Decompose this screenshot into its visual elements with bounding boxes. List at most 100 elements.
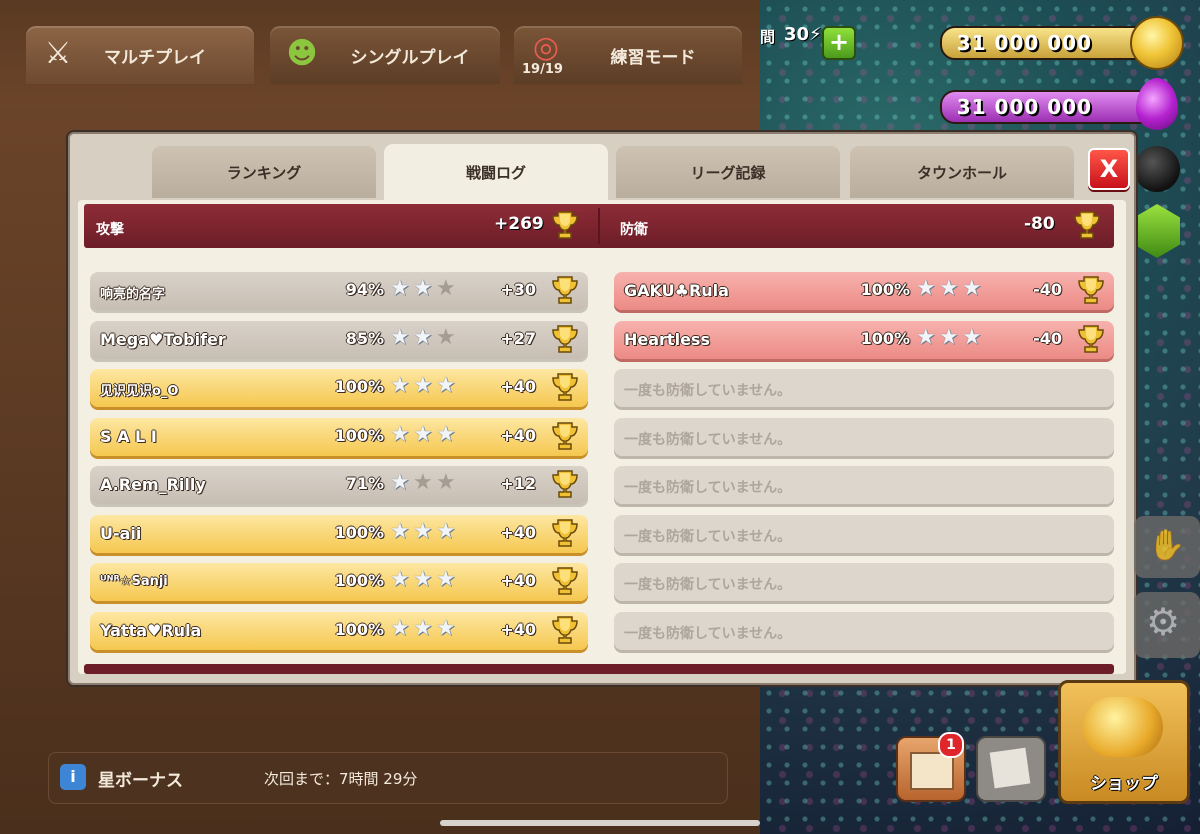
star-bonus-label: 星ボーナス bbox=[98, 771, 183, 791]
empty-defense-row[interactable]: 一度も防衛していません。 bbox=[614, 611, 1114, 650]
tab-league-record[interactable]: リーグ記録 bbox=[616, 146, 840, 198]
notes-button[interactable] bbox=[976, 736, 1046, 802]
star-icon: ★ bbox=[390, 615, 410, 641]
close-button[interactable]: X bbox=[1088, 148, 1130, 190]
attack-log-row[interactable]: Mega♥Tobifer 85% ★ ★ ★ +27 bbox=[90, 320, 588, 359]
trophy-change: +27 bbox=[500, 328, 536, 348]
notes-icon bbox=[989, 747, 1031, 789]
star-icon: ★ bbox=[413, 276, 433, 301]
trophy-change: +12 bbox=[500, 474, 536, 493]
shop-button[interactable]: ショップ bbox=[1058, 680, 1190, 804]
tab-league-record-label: リーグ記録 bbox=[690, 163, 766, 182]
empty-defense-row[interactable]: 一度も防衛していません。 bbox=[614, 369, 1114, 407]
star-icon: ★ bbox=[413, 324, 433, 350]
star-bonus-timer: 次回まで：7時間 29分 bbox=[264, 770, 418, 788]
star-icon: ★ bbox=[390, 567, 410, 592]
destruction-percent: 100% bbox=[334, 425, 384, 445]
defense-summary-label: 防衛 bbox=[620, 222, 648, 238]
tab-ranking[interactable]: ランキング bbox=[152, 146, 376, 198]
stars-earned: ★ ★ ★ bbox=[916, 278, 988, 304]
attack-log-row[interactable]: 见识见识o_O 100% ★ ★ ★ +40 bbox=[90, 369, 588, 407]
star-icon: ★ bbox=[413, 615, 433, 641]
star-icon: ★ bbox=[390, 324, 410, 350]
stars-earned: ★ ★ ★ bbox=[390, 518, 462, 547]
shield-timer-label: 間 bbox=[760, 28, 776, 46]
opponent-name: Mega♥Tobifer bbox=[100, 329, 226, 349]
opponent-name: U-aii bbox=[100, 523, 142, 543]
star-icon: ★ bbox=[436, 567, 456, 592]
info-icon[interactable]: i bbox=[60, 764, 86, 790]
destruction-percent: 100% bbox=[334, 522, 384, 542]
battle-log-content: 攻撃 +269 防衛 -80 响亮的名字 94% ★ ★ ★ +30 Mega♥Tobife… bbox=[78, 200, 1126, 674]
coins-hammer-icon bbox=[1083, 697, 1163, 757]
tab-multiplayer-label: マルチプレイ bbox=[104, 47, 206, 68]
star-icon: ★ bbox=[413, 373, 433, 398]
trophy-change: +30 bbox=[500, 280, 536, 299]
add-shield-button[interactable]: + bbox=[822, 26, 856, 60]
opponent-name: 见识见识o_O bbox=[100, 384, 179, 399]
trophy-icon bbox=[552, 566, 578, 596]
inbox-button[interactable]: 1 bbox=[896, 732, 966, 802]
tab-singleplayer[interactable]: ☻ シングルプレイ bbox=[270, 26, 500, 84]
destruction-percent: 94% bbox=[345, 280, 384, 299]
attack-log-row[interactable]: 响亮的名字 94% ★ ★ ★ +30 bbox=[90, 272, 588, 310]
empty-defense-text: 一度も防衛していません。 bbox=[624, 528, 792, 545]
gold-coin-icon bbox=[1130, 16, 1184, 70]
star-icon: ★ bbox=[413, 470, 433, 495]
trophy-icon bbox=[552, 210, 578, 240]
attack-log-row[interactable]: Yatta♥Rula 100% ★ ★ ★ +40 bbox=[90, 611, 588, 650]
attack-log-row[interactable]: U-aii 100% ★ ★ ★ +40 bbox=[90, 514, 588, 553]
layout-edit-button[interactable]: ✋ bbox=[1134, 516, 1200, 578]
hand-icon: ✋ bbox=[1148, 528, 1186, 563]
goblin-icon: ☻ bbox=[286, 36, 318, 71]
destruction-percent: 71% bbox=[345, 474, 384, 493]
summary-bar: 攻撃 +269 防衛 -80 bbox=[84, 204, 1114, 248]
shield-timer-value: 30⚡ bbox=[784, 24, 822, 45]
star-icon: ★ bbox=[436, 518, 456, 544]
inbox-badge: 1 bbox=[938, 732, 964, 758]
empty-defense-row[interactable]: 一度も防衛していません。 bbox=[614, 417, 1114, 456]
attack-trophy-total: +269 bbox=[494, 214, 544, 234]
settings-button[interactable]: ⚙ bbox=[1134, 592, 1200, 658]
defense-log-row[interactable]: Heartless 100% ★ ★ ★ -40 bbox=[614, 320, 1114, 359]
tab-ranking-label: ランキング bbox=[226, 163, 302, 182]
defense-trophy-total: -80 bbox=[1024, 214, 1055, 234]
star-icon: ★ bbox=[413, 421, 433, 447]
star-icon: ★ bbox=[939, 324, 959, 350]
tab-battle-log[interactable]: 戦闘ログ bbox=[384, 144, 608, 200]
star-icon: ★ bbox=[413, 567, 433, 592]
empty-defense-row[interactable]: 一度も防衛していません。 bbox=[614, 514, 1114, 553]
tab-practice[interactable]: ◎ 19/19 練習モード bbox=[514, 26, 742, 84]
attack-summary-label: 攻撃 bbox=[96, 222, 124, 238]
tab-battle-log-label: 戦闘ログ bbox=[465, 163, 526, 182]
shop-label: ショップ bbox=[1090, 774, 1158, 794]
tab-multiplayer[interactable]: ⚔ マルチプレイ bbox=[26, 26, 254, 84]
empty-defense-row[interactable]: 一度も防衛していません。 bbox=[614, 466, 1114, 504]
trophy-icon bbox=[552, 372, 578, 402]
stars-earned: ★ ★ ★ bbox=[390, 472, 462, 498]
trophy-icon bbox=[552, 421, 578, 451]
defense-log-row[interactable]: GAKU♣Rula 100% ★ ★ ★ -40 bbox=[614, 272, 1114, 310]
stars-earned: ★ ★ ★ bbox=[390, 278, 462, 304]
empty-defense-row[interactable]: 一度も防衛していません。 bbox=[614, 563, 1114, 601]
attack-log-row[interactable]: ᵁᴺᴿ☆Sanji 100% ★ ★ ★ +40 bbox=[90, 563, 588, 601]
empty-defense-text: 一度も防衛していません。 bbox=[624, 431, 792, 448]
trophy-icon bbox=[552, 469, 578, 499]
attack-log-row[interactable]: S A L I 100% ★ ★ ★ +40 bbox=[90, 417, 588, 456]
star-icon: ★ bbox=[390, 518, 410, 544]
destruction-percent: 100% bbox=[860, 328, 910, 348]
trophy-icon bbox=[552, 275, 578, 305]
star-icon: ★ bbox=[962, 276, 982, 301]
trophy-icon bbox=[1078, 324, 1104, 354]
trophy-icon bbox=[1078, 275, 1104, 305]
opponent-name: 响亮的名字 bbox=[100, 287, 166, 302]
star-icon: ★ bbox=[390, 373, 410, 398]
summary-divider bbox=[598, 208, 600, 244]
attack-log-row[interactable]: A.Rem_Rilly 71% ★ ★ ★ +12 bbox=[90, 466, 588, 504]
tab-town-hall[interactable]: タウンホール bbox=[850, 146, 1074, 198]
list-bottom-edge bbox=[84, 664, 1114, 674]
elixir-bar: 31 000 000 bbox=[940, 90, 1164, 124]
star-icon: ★ bbox=[390, 276, 410, 301]
trophy-change: +40 bbox=[500, 425, 536, 445]
trophy-change: +40 bbox=[500, 522, 536, 542]
